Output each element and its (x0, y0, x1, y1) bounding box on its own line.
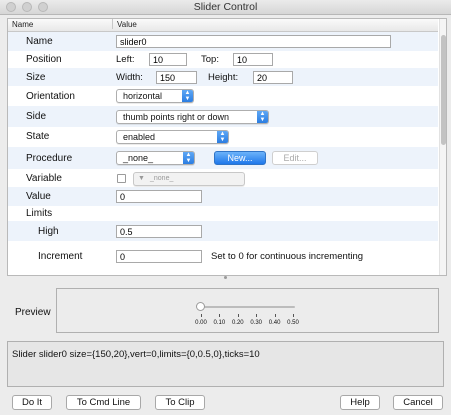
new-procedure-button[interactable]: New... (214, 151, 266, 165)
row-label: State (26, 131, 50, 142)
name-input[interactable] (116, 35, 391, 48)
width-label: Width: (116, 72, 143, 83)
row-variable: Variable ▼ _none_ (8, 169, 438, 187)
command-text-area[interactable]: Slider slider0 size={150,20},vert=0,limi… (7, 341, 444, 387)
increment-hint: Set to 0 for continuous incrementing (211, 251, 364, 262)
tick-mark (219, 314, 221, 317)
tick-label: 0.30 (250, 320, 263, 326)
row-value: Value (8, 187, 438, 206)
popup-arrows-icon: ▲ ▼ (217, 131, 228, 143)
state-popup[interactable]: enabled ▲ ▼ (116, 130, 229, 144)
row-state: State enabled ▲ ▼ (8, 127, 438, 147)
tick-label: 0.40 (268, 320, 281, 326)
column-divider[interactable] (112, 19, 113, 29)
tick-label: 0.10 (213, 320, 226, 326)
row-position: Position Left: Top: (8, 51, 438, 68)
preview-area (56, 288, 439, 333)
side-value: thumb points right or down (123, 112, 230, 122)
popup-arrows-icon: ▲ ▼ (257, 111, 268, 123)
row-limits: Limits (8, 206, 438, 221)
high-input[interactable] (116, 225, 202, 238)
popup-arrows-icon: ▲ ▼ (182, 90, 193, 102)
window-title: Slider Control (193, 1, 258, 13)
tick-mark (256, 314, 258, 317)
grid-scrollbar[interactable] (439, 19, 446, 275)
scrollbar-thumb[interactable] (441, 35, 446, 145)
value-column-header[interactable]: Value (117, 19, 137, 31)
edit-procedure-button[interactable]: Edit... (272, 151, 318, 165)
row-orientation: Orientation horizontal ▲ ▼ (8, 86, 438, 106)
row-label: Position (26, 54, 62, 65)
row-increment: Increment Set to 0 for continuous increm… (8, 241, 438, 275)
slider-thumb[interactable] (196, 302, 205, 311)
command-text: Slider slider0 size={150,20},vert=0,limi… (12, 349, 260, 360)
row-label: Increment (38, 251, 83, 262)
row-size: Size Width: Height: (8, 68, 438, 86)
popup-arrows-icon: ▲ ▼ (183, 152, 194, 164)
slider-track[interactable] (200, 306, 295, 308)
zoom-window-button[interactable] (38, 2, 48, 12)
title-bar: Slider Control (0, 0, 451, 15)
value-input[interactable] (116, 190, 202, 203)
row-high: High (8, 221, 438, 241)
minimize-window-button[interactable] (22, 2, 32, 12)
preview-label: Preview (15, 307, 51, 318)
to-cmd-line-button[interactable]: To Cmd Line (66, 395, 141, 410)
top-input[interactable] (233, 53, 273, 66)
row-label: Variable (26, 173, 62, 184)
variable-popup[interactable]: ▼ _none_ (133, 172, 245, 186)
row-label: Limits (26, 208, 53, 219)
row-label: Orientation (26, 91, 75, 102)
tick-mark (237, 314, 239, 317)
row-label: Size (26, 72, 46, 83)
orientation-value: horizontal (123, 91, 163, 101)
row-label: Value (26, 191, 51, 202)
row-label: High (38, 226, 59, 237)
tick-label: 0.00 (195, 320, 207, 326)
chevron-down-icon: ▼ (138, 175, 145, 182)
row-label: Procedure (26, 153, 73, 164)
do-it-button[interactable]: Do It (12, 395, 52, 410)
procedure-value: _none_ (123, 153, 154, 163)
row-side: Side thumb points right or down ▲ ▼ (8, 106, 438, 127)
tick-label: 0.50 (287, 320, 299, 326)
row-label: Name (26, 36, 53, 47)
to-clip-button[interactable]: To Clip (155, 395, 205, 410)
row-label: Side (26, 111, 47, 122)
grid-header: Name Value (8, 19, 438, 32)
height-label: Height: (208, 72, 239, 83)
increment-input[interactable] (116, 250, 202, 263)
procedure-popup[interactable]: _none_ ▲ ▼ (116, 151, 195, 165)
cancel-button[interactable]: Cancel (393, 395, 443, 410)
row-name: Name (8, 32, 438, 51)
tick-mark (201, 314, 202, 317)
tick-mark (274, 314, 276, 317)
orientation-popup[interactable]: horizontal ▲ ▼ (116, 89, 194, 103)
width-input[interactable] (156, 71, 197, 84)
property-grid: Name Value Name Position Left: Top: Size… (7, 18, 447, 276)
tick-mark (293, 314, 294, 317)
top-label: Top: (201, 54, 219, 65)
split-handle[interactable] (224, 276, 227, 279)
tick-label: 0.20 (231, 320, 244, 326)
left-label: Left: (116, 54, 135, 65)
side-popup[interactable]: thumb points right or down ▲ ▼ (116, 110, 269, 124)
variable-value: _none_ (150, 175, 174, 182)
state-value: enabled (123, 132, 156, 142)
close-window-button[interactable] (6, 2, 16, 12)
height-input[interactable] (253, 71, 293, 84)
variable-checkbox[interactable] (117, 174, 126, 183)
row-procedure: Procedure _none_ ▲ ▼ New... Edit... (8, 147, 438, 169)
help-button[interactable]: Help (340, 395, 380, 410)
name-column-header[interactable]: Name (12, 19, 33, 31)
left-input[interactable] (149, 53, 187, 66)
